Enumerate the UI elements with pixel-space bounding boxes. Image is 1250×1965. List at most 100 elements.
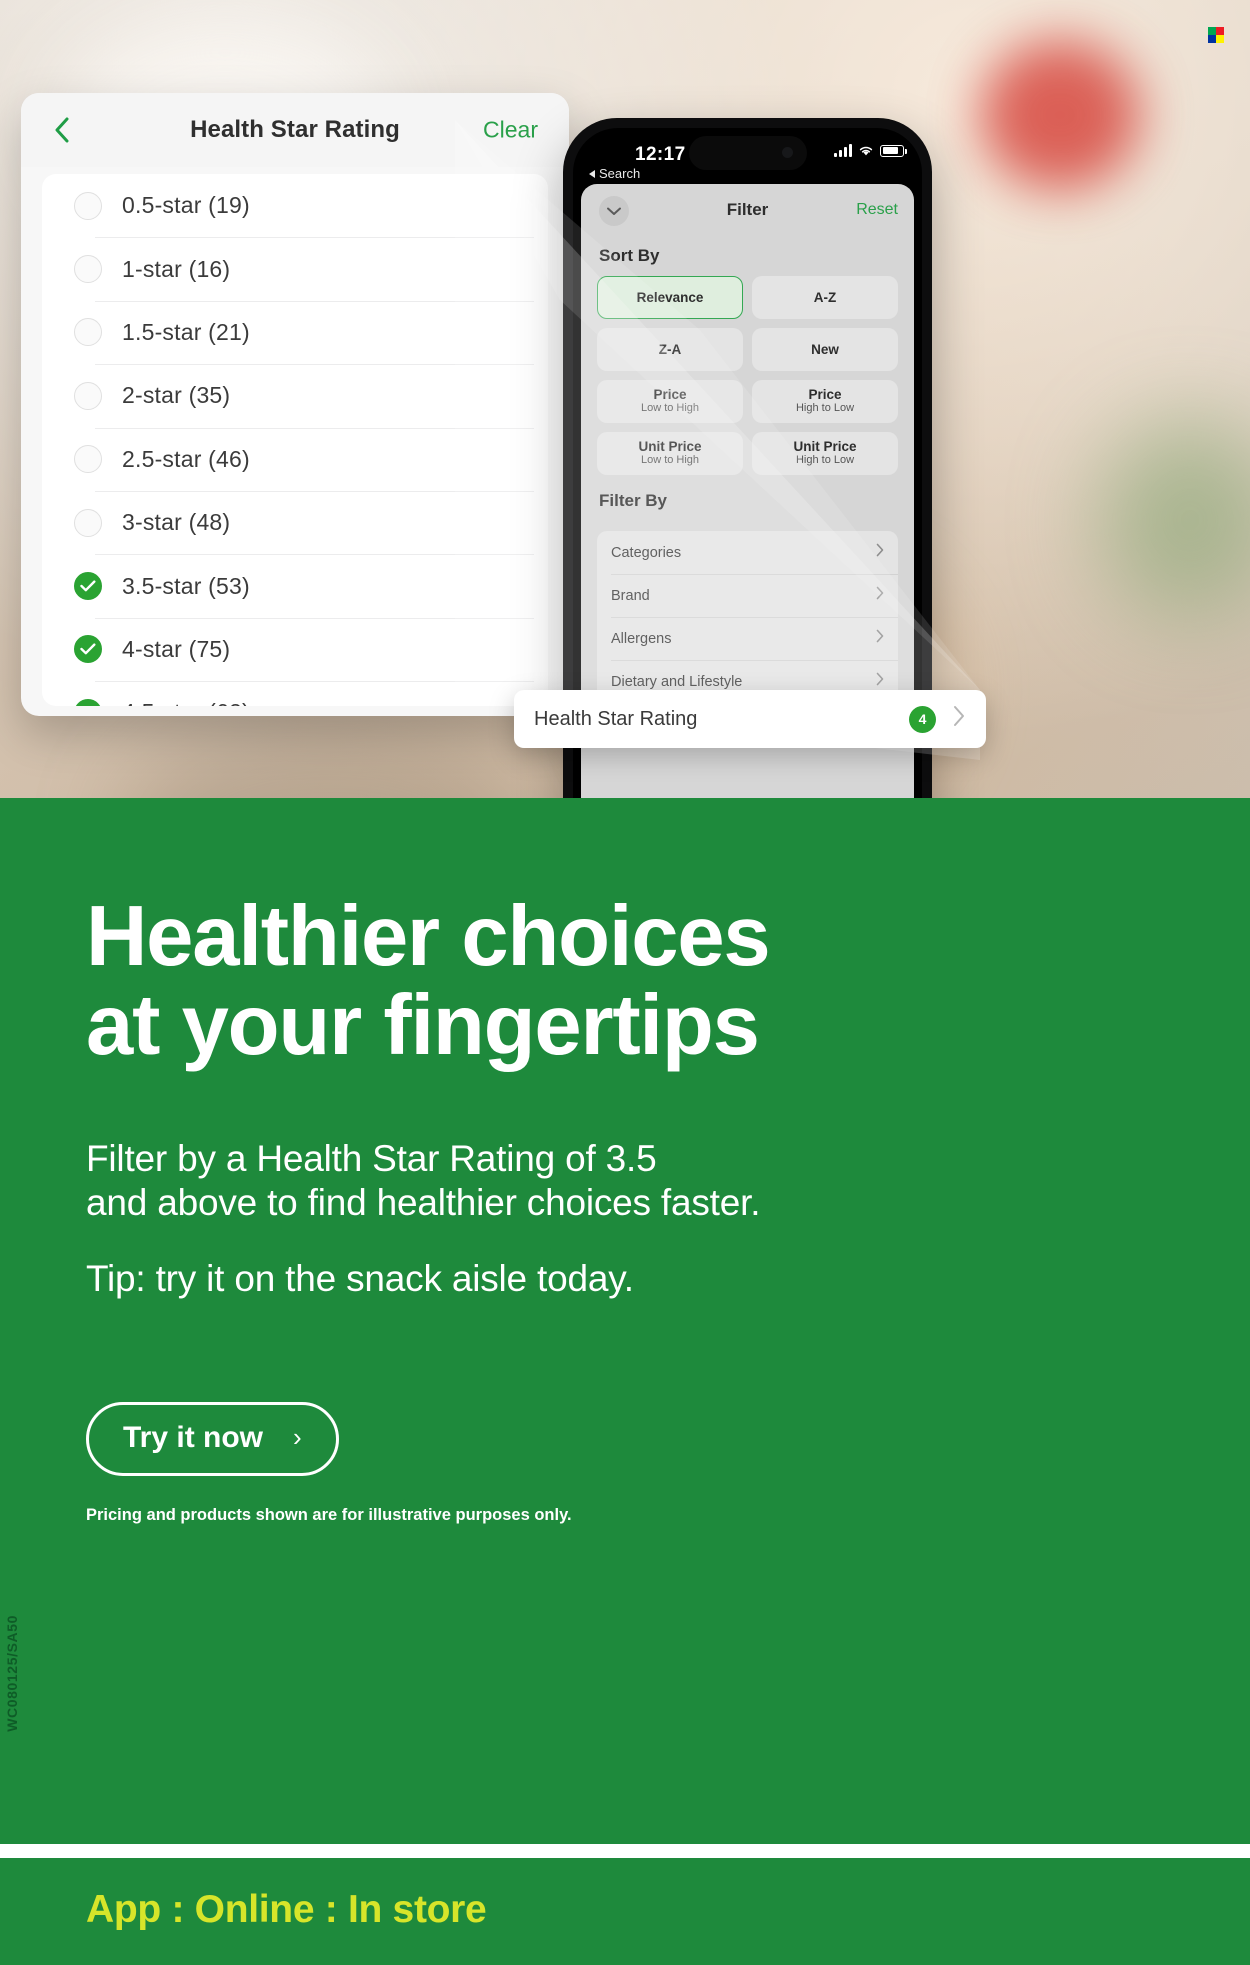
checkbox-unchecked-icon[interactable]: [74, 381, 102, 410]
status-back-label: Search: [599, 166, 641, 181]
chevron-right-icon: ›: [293, 1422, 302, 1453]
filter-category-label: Categories: [611, 544, 682, 561]
chevron-right-icon: [876, 672, 884, 691]
sort-option-subtitle: High to Low: [795, 454, 855, 467]
sort-option-button[interactable]: Unit Price High to Low: [752, 432, 898, 475]
rating-option-row[interactable]: 0.5-star (19): [42, 174, 548, 237]
footer-channels: App : Online : In store: [86, 1888, 487, 1931]
status-time: 12:17: [635, 144, 686, 165]
wifi-icon: [859, 146, 873, 156]
sort-option-button[interactable]: Z-A: [597, 328, 743, 371]
filter-category-row[interactable]: Brand: [597, 574, 898, 617]
battery-icon: [880, 144, 907, 157]
clear-button[interactable]: Clear: [483, 117, 538, 144]
cta-label: Try it now: [123, 1420, 264, 1454]
sort-option-button[interactable]: New: [752, 328, 898, 371]
rating-option-label: 1.5-star (21): [122, 318, 250, 345]
health-star-rating-panel: Health Star Rating Clear 0.5-star (19) 1-…: [21, 93, 569, 716]
status-back-to-search[interactable]: Search: [589, 166, 640, 181]
rating-option-label: 2.5-star (46): [122, 445, 250, 472]
chevron-left-icon[interactable]: [48, 116, 76, 144]
headline-line-1: Healthier choices: [86, 889, 771, 984]
status-indicators: [834, 144, 907, 157]
filter-category-row[interactable]: Categories: [597, 531, 898, 574]
try-it-now-button[interactable]: Try it now ›: [86, 1401, 339, 1476]
sort-option-title: New: [811, 341, 839, 357]
checkbox-unchecked-icon[interactable]: [74, 191, 102, 220]
sort-option-title: Price: [653, 387, 687, 403]
dynamic-island: [688, 136, 807, 170]
sort-option-title: Z-A: [658, 341, 682, 357]
camera-dot-icon: [781, 147, 793, 158]
checkbox-unchecked-icon[interactable]: [74, 318, 102, 347]
rating-option-row[interactable]: 2-star (35): [42, 364, 548, 427]
filter-category-label: Brand: [611, 587, 650, 604]
filter-by-heading: Filter By: [599, 491, 668, 510]
filter-category-label: Allergens: [611, 630, 672, 647]
sort-option-title: Price: [808, 387, 842, 403]
sort-option-button[interactable]: Relevance: [597, 276, 743, 319]
sort-option-subtitle: Low to High: [640, 454, 700, 467]
rating-option-label: 3.5-star (53): [122, 572, 250, 599]
sort-option-button[interactable]: Price Low to High: [597, 380, 743, 423]
colour-registration-mark: [1208, 27, 1224, 43]
promo-body-copy: Filter by a Health Star Rating of 3.5 an…: [86, 1137, 1016, 1302]
checkbox-checked-icon[interactable]: [74, 635, 102, 664]
rating-option-label: 1-star (16): [122, 255, 231, 282]
sort-option-subtitle: High to Low: [795, 402, 855, 415]
sort-option-button[interactable]: Price High to Low: [752, 380, 898, 423]
sort-by-heading: Sort By: [599, 246, 660, 265]
artwork-code: WC080125/SA50: [4, 1615, 20, 1732]
sort-option-title: Unit Price: [793, 439, 857, 455]
divider: [0, 1844, 1250, 1858]
chevron-right-icon: [876, 543, 884, 562]
sort-option-title: Unit Price: [638, 439, 702, 455]
sort-option-button[interactable]: Unit Price Low to High: [597, 432, 743, 475]
sort-option-title: Relevance: [636, 289, 704, 305]
sort-option-subtitle: Low to High: [640, 402, 700, 415]
rating-option-row[interactable]: 4-star (75): [42, 617, 548, 681]
rating-option-label: 4-star (75): [122, 635, 231, 662]
sort-option-button[interactable]: A-Z: [752, 276, 898, 319]
rating-options-list: 0.5-star (19) 1-star (16) 1.5-star (21) 2-s…: [42, 174, 548, 706]
health-star-rating-filter-row[interactable]: Health Star Rating 4: [514, 690, 986, 748]
page-title: Healthier choices at your fingertips: [86, 892, 1006, 1071]
rating-option-label: 2-star (35): [122, 382, 231, 409]
checkbox-unchecked-icon[interactable]: [74, 445, 102, 474]
promo-page: Health Star Rating Clear 0.5-star (19) 1-…: [0, 0, 1250, 1965]
rating-option-row[interactable]: 4.5-star (62): [42, 681, 548, 706]
cellular-bars-icon: [834, 144, 852, 157]
rating-option-row[interactable]: 3.5-star (53): [42, 554, 548, 617]
rating-option-row[interactable]: 1.5-star (21): [42, 300, 548, 364]
checkbox-checked-icon[interactable]: [74, 698, 102, 706]
hero-blur-red: [980, 40, 1140, 190]
checkbox-unchecked-icon[interactable]: [74, 508, 102, 537]
headline-line-2: at your fingertips: [86, 978, 760, 1074]
phone-screen: 12:17 Search Filter Reset Sort By Releva…: [573, 128, 922, 908]
rating-option-label: 3-star (48): [122, 509, 231, 536]
rating-option-label: 0.5-star (19): [122, 192, 250, 219]
body-line-1: Filter by a Health Star Rating of 3.5: [86, 1137, 657, 1179]
filter-category-row[interactable]: Allergens: [597, 617, 898, 660]
hsr-row-label: Health Star Rating: [534, 707, 698, 730]
filter-rows-list: Categories Brand Allergens Dietary and Life…: [597, 531, 898, 703]
chevron-right-icon: [952, 704, 966, 735]
rating-option-row[interactable]: 2.5-star (46): [42, 427, 548, 491]
checkbox-unchecked-icon[interactable]: [74, 255, 102, 284]
sort-option-title: A-Z: [813, 289, 837, 305]
promo-panel: Healthier choices at your fingertips Fil…: [0, 798, 1250, 1844]
checkbox-checked-icon[interactable]: [74, 572, 102, 601]
rating-option-row[interactable]: 1-star (16): [42, 237, 548, 300]
tip-line: Tip: try it on the snack aisle today.: [86, 1258, 634, 1300]
chevron-right-icon: [876, 629, 884, 648]
footer-bar: App : Online : In store: [0, 1858, 1250, 1965]
back-triangle-icon: [589, 169, 595, 178]
disclaimer-text: Pricing and products shown are for illus…: [86, 1505, 572, 1524]
body-line-2: and above to find healthier choices fast…: [86, 1181, 761, 1223]
reset-button[interactable]: Reset: [856, 201, 898, 219]
panel-header: Health Star Rating Clear: [21, 93, 569, 167]
hsr-selected-count-badge: 4: [909, 705, 936, 733]
rating-option-row[interactable]: 3-star (48): [42, 490, 548, 554]
filter-sheet-header: Filter Reset: [581, 184, 914, 240]
rating-option-label: 4.5-star (62): [122, 699, 250, 706]
